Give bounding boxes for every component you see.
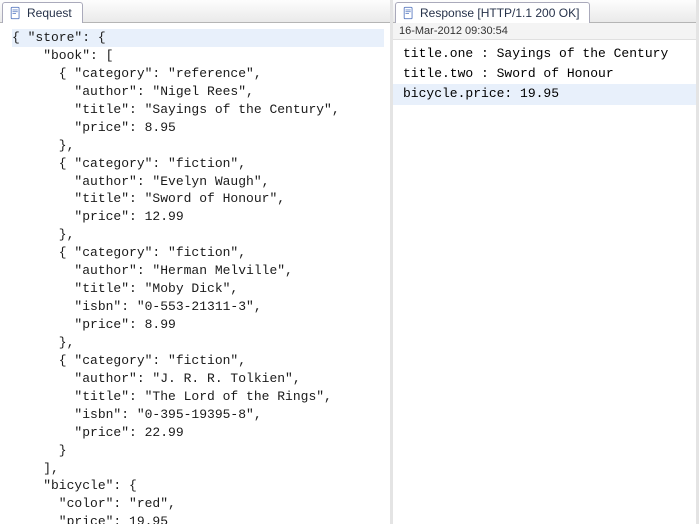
tab-request-label: Request bbox=[27, 6, 72, 20]
doc-icon bbox=[9, 6, 23, 20]
tab-request[interactable]: Request bbox=[2, 2, 83, 23]
response-timestamp: 16-Mar-2012 09:30:54 bbox=[393, 23, 696, 40]
response-body[interactable]: title.one : Sayings of the Centurytitle.… bbox=[393, 40, 696, 524]
response-line[interactable]: title.two : Sword of Honour bbox=[393, 64, 696, 84]
request-json[interactable]: { "store": { "book": [ { "category": "re… bbox=[0, 23, 390, 524]
response-tabbar: Response [HTTP/1.1 200 OK] bbox=[393, 0, 696, 23]
response-panel: Response [HTTP/1.1 200 OK] 16-Mar-2012 0… bbox=[393, 0, 699, 524]
response-line[interactable]: title.one : Sayings of the Century bbox=[393, 44, 696, 64]
workspace: Request { "store": { "book": [ { "catego… bbox=[0, 0, 699, 524]
request-tabbar: Request bbox=[0, 0, 390, 23]
tab-response-label: Response [HTTP/1.1 200 OK] bbox=[420, 6, 579, 20]
response-line[interactable]: bicycle.price: 19.95 bbox=[393, 84, 696, 104]
doc-icon bbox=[402, 6, 416, 20]
tab-response[interactable]: Response [HTTP/1.1 200 OK] bbox=[395, 2, 590, 23]
request-body[interactable]: { "store": { "book": [ { "category": "re… bbox=[0, 23, 390, 524]
request-panel: Request { "store": { "book": [ { "catego… bbox=[0, 0, 393, 524]
